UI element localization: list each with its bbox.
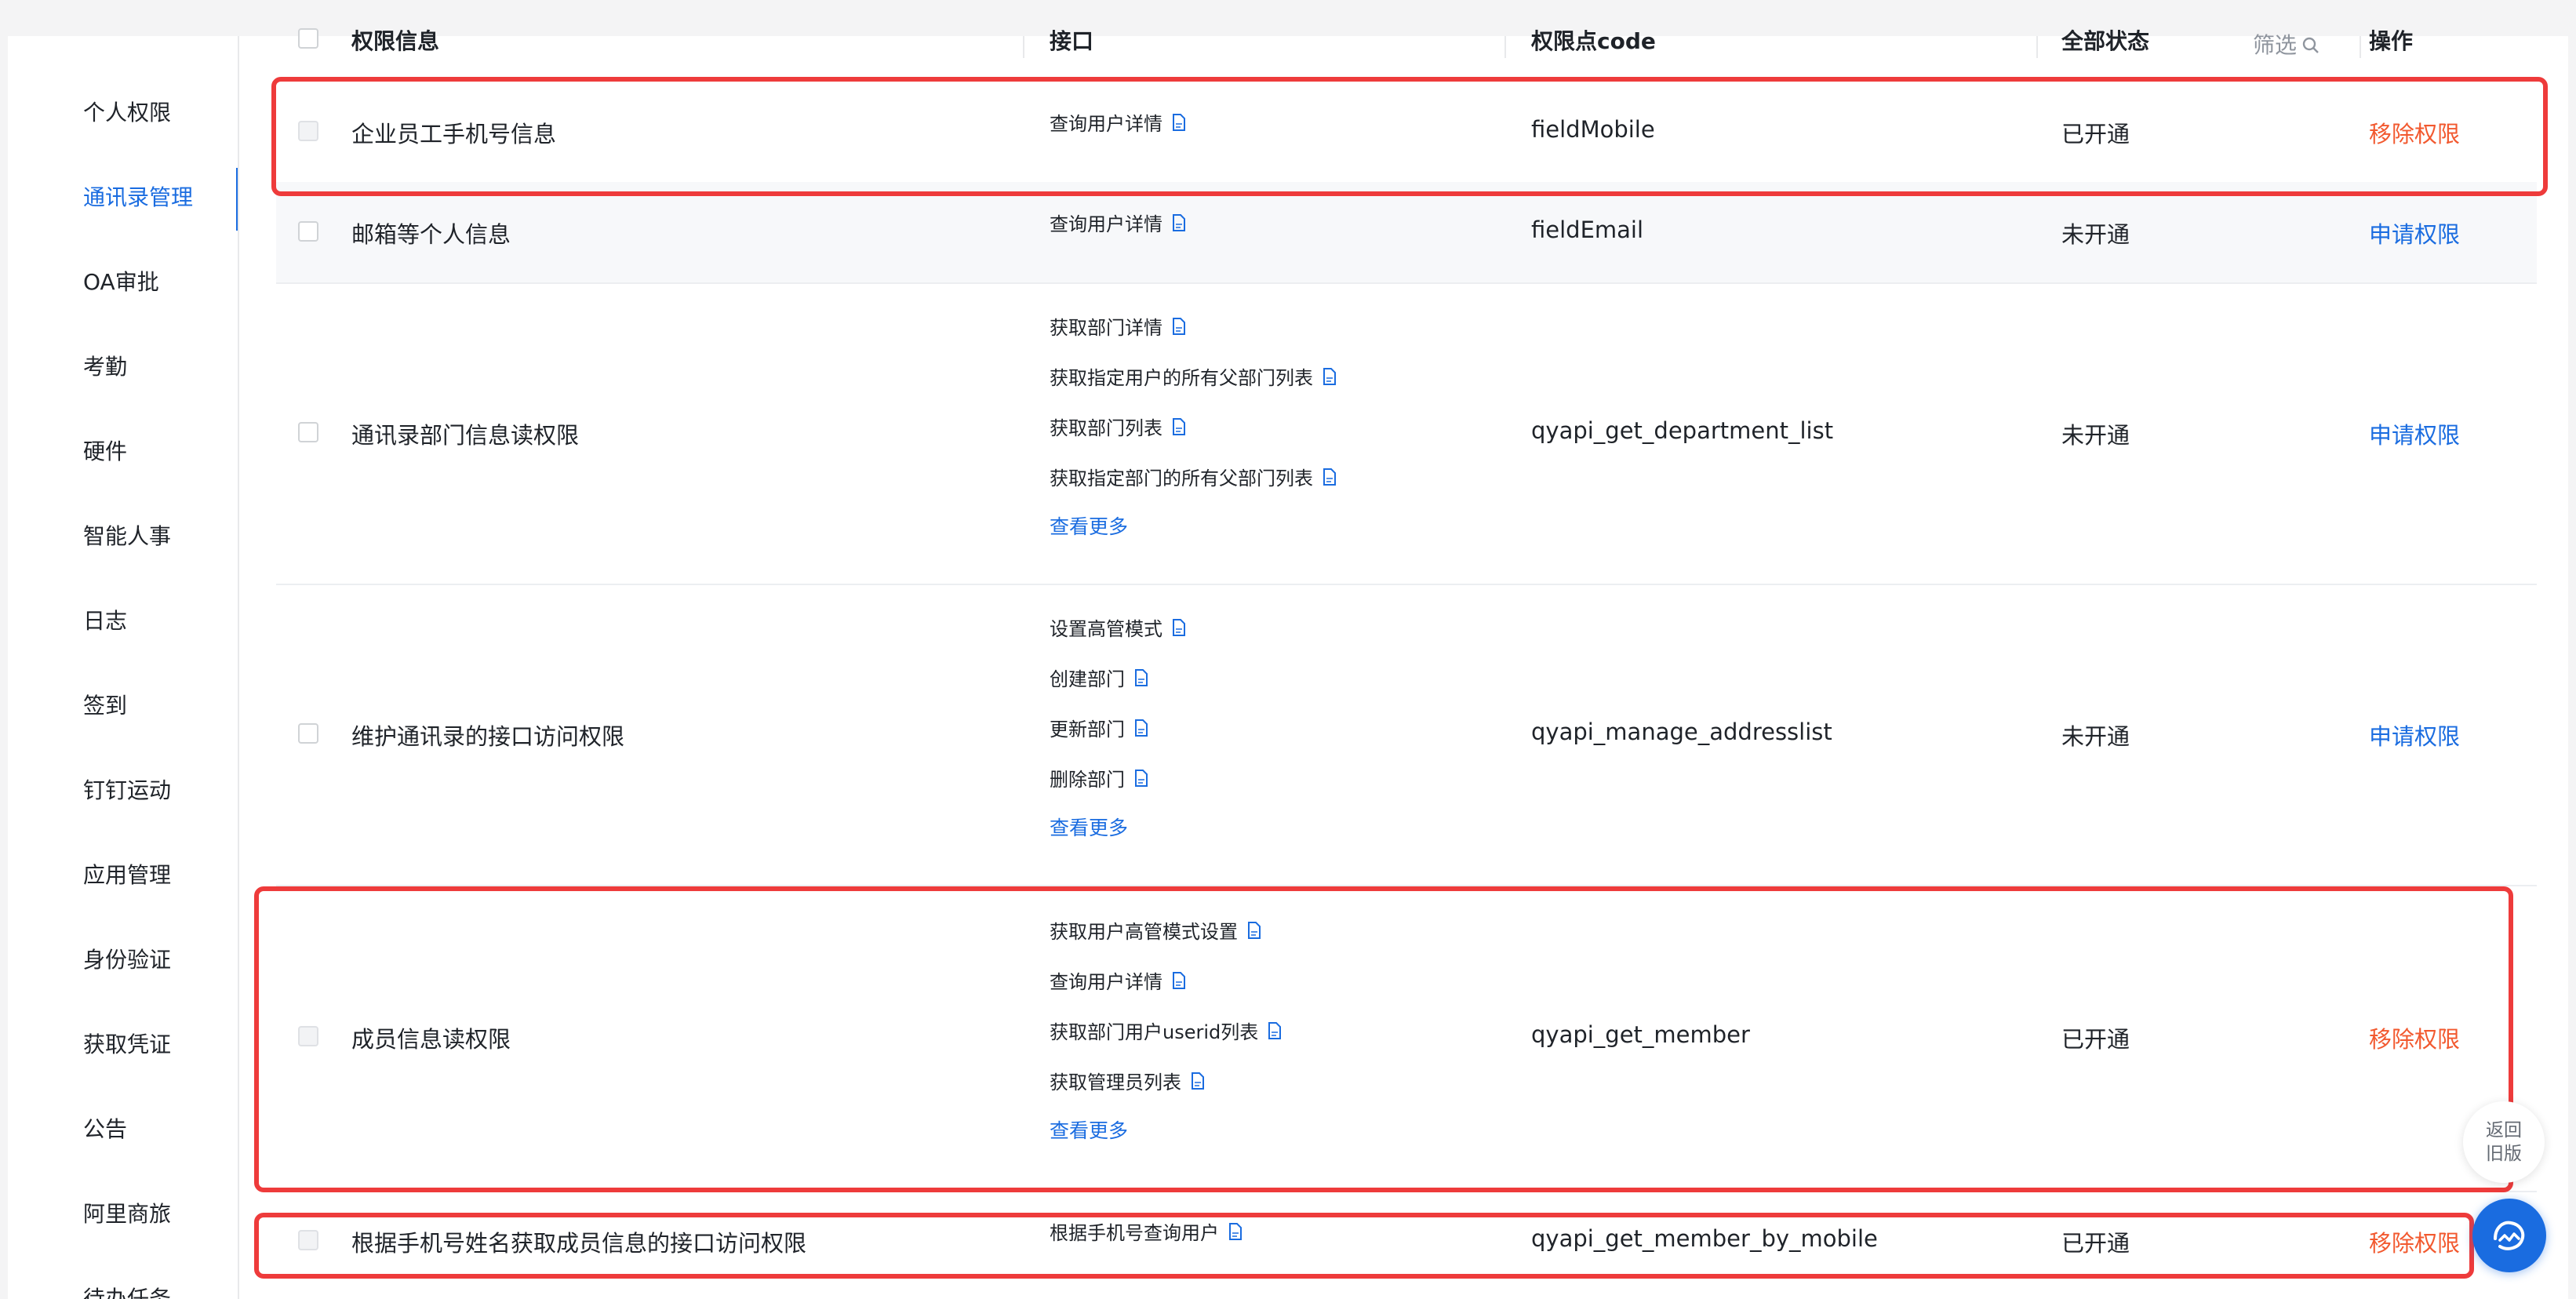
sidebar-item-contacts-management[interactable]: 通讯录管理 <box>83 182 193 213</box>
search-icon <box>2302 37 2319 53</box>
document-icon[interactable] <box>1172 213 1186 231</box>
header-separator <box>2036 36 2038 58</box>
row-checkbox[interactable] <box>298 422 318 442</box>
document-icon[interactable] <box>1323 367 1337 385</box>
api-item[interactable]: 删除部门 <box>1050 764 1148 791</box>
sidebar-item-smart-hr[interactable]: 智能人事 <box>83 521 171 552</box>
row-checkbox[interactable] <box>298 221 318 242</box>
header-filter-label: 筛选 <box>2253 32 2298 58</box>
api-link[interactable]: 创建部门 <box>1050 664 1125 691</box>
highlight-box <box>254 1213 2474 1279</box>
assistant-bot-button[interactable] <box>2472 1199 2546 1272</box>
header-separator <box>1023 36 1024 58</box>
permission-code: fieldEmail <box>1531 216 1644 243</box>
select-all-checkbox[interactable] <box>298 28 318 49</box>
api-link[interactable]: 获取指定部门的所有父部门列表 <box>1050 463 1313 490</box>
api-item[interactable]: 获取部门列表 <box>1050 413 1186 440</box>
api-item[interactable]: 设置高管模式 <box>1050 613 1186 641</box>
sidebar-item-alitrip[interactable]: 阿里商旅 <box>83 1199 171 1230</box>
api-item[interactable]: 创建部门 <box>1050 664 1148 691</box>
permission-name: 邮箱等个人信息 <box>351 221 511 248</box>
highlight-box <box>271 77 2548 196</box>
sidebar-item-oa-approval[interactable]: OA审批 <box>83 267 159 298</box>
sidebar-active-indicator <box>236 168 238 231</box>
api-item[interactable]: 查询用户详情 <box>1050 209 1186 236</box>
sidebar: 个人权限 通讯录管理 OA审批 考勤 硬件 智能人事 日志 签到 钉钉运动 应用… <box>8 36 239 1299</box>
status-text: 未开通 <box>2061 723 2130 750</box>
view-more-link[interactable]: 查看更多 <box>1050 511 1128 540</box>
sidebar-item-app-management[interactable]: 应用管理 <box>83 860 171 891</box>
sidebar-item-personal-permission[interactable]: 个人权限 <box>83 97 171 129</box>
row-checkbox[interactable] <box>298 723 318 744</box>
api-item[interactable]: 获取指定用户的所有父部门列表 <box>1050 362 1337 390</box>
api-link[interactable]: 获取部门详情 <box>1050 312 1162 340</box>
assistant-bot-icon <box>2494 1221 2525 1250</box>
back-old-label-line1: 返回 <box>2486 1120 2522 1141</box>
table-row: 维护通讯录的接口访问权限 设置高管模式 创建部门 更新部门 删除部门 查看更多 … <box>276 584 2537 886</box>
view-more-link[interactable]: 查看更多 <box>1050 813 1128 841</box>
permission-code: qyapi_manage_addresslist <box>1531 719 1832 745</box>
document-icon[interactable] <box>1134 769 1148 787</box>
api-link[interactable]: 获取指定用户的所有父部门列表 <box>1050 362 1313 390</box>
api-link[interactable]: 获取部门列表 <box>1050 413 1162 440</box>
sidebar-item-identity-verification[interactable]: 身份验证 <box>83 944 171 976</box>
highlight-box <box>254 886 2513 1192</box>
api-link[interactable]: 查询用户详情 <box>1050 209 1162 236</box>
apply-permission-link[interactable]: 申请权限 <box>2369 417 2460 450</box>
apply-permission-link[interactable]: 申请权限 <box>2369 719 2460 751</box>
sidebar-item-hardware[interactable]: 硬件 <box>83 436 127 468</box>
header-action: 操作 <box>2369 28 2414 54</box>
apply-permission-link[interactable]: 申请权限 <box>2369 216 2460 249</box>
header-permission-info: 权限信息 <box>351 28 440 54</box>
permission-name: 通讯录部门信息读权限 <box>351 422 580 449</box>
sidebar-item-dingtalk-sport[interactable]: 钉钉运动 <box>83 775 171 806</box>
api-item[interactable]: 获取部门详情 <box>1050 312 1186 340</box>
api-link[interactable]: 更新部门 <box>1050 714 1125 741</box>
document-icon[interactable] <box>1134 719 1148 737</box>
permission-code: qyapi_get_department_list <box>1531 417 1834 444</box>
api-item[interactable]: 获取指定部门的所有父部门列表 <box>1050 463 1337 490</box>
sidebar-item-log[interactable]: 日志 <box>83 606 127 637</box>
sidebar-item-checkin[interactable]: 签到 <box>83 690 127 722</box>
document-icon[interactable] <box>1172 618 1186 636</box>
sidebar-item-todo[interactable]: 待办任务 <box>83 1283 171 1299</box>
header-permission-code: 权限点code <box>1531 28 1656 54</box>
sidebar-item-get-credentials[interactable]: 获取凭证 <box>83 1029 171 1061</box>
header-status[interactable]: 全部状态 <box>2061 31 2149 53</box>
api-link[interactable]: 设置高管模式 <box>1050 613 1162 641</box>
document-icon[interactable] <box>1172 417 1186 435</box>
back-to-old-version-button[interactable]: 返回 旧版 <box>2463 1101 2545 1183</box>
document-icon[interactable] <box>1323 468 1337 486</box>
document-icon[interactable] <box>1134 668 1148 686</box>
table-row: 邮箱等个人信息 查询用户详情 fieldEmail 未开通 申请权限 <box>276 182 2537 284</box>
header-api: 接口 <box>1050 28 1094 54</box>
header-separator <box>1504 36 1506 58</box>
header-filter[interactable]: 筛选 <box>2253 32 2320 58</box>
api-item[interactable]: 更新部门 <box>1050 714 1148 741</box>
document-icon[interactable] <box>1172 317 1186 335</box>
sidebar-item-announcement[interactable]: 公告 <box>83 1114 127 1145</box>
status-text: 未开通 <box>2061 221 2130 248</box>
api-link[interactable]: 删除部门 <box>1050 764 1125 791</box>
table-row: 通讯录部门信息读权限 获取部门详情 获取指定用户的所有父部门列表 获取部门列表 … <box>276 282 2537 585</box>
permission-name: 维护通讯录的接口访问权限 <box>351 723 625 750</box>
sidebar-item-attendance[interactable]: 考勤 <box>83 351 127 383</box>
back-old-label-line2: 旧版 <box>2486 1144 2522 1164</box>
status-text: 未开通 <box>2061 422 2130 449</box>
header-separator <box>2360 36 2361 58</box>
